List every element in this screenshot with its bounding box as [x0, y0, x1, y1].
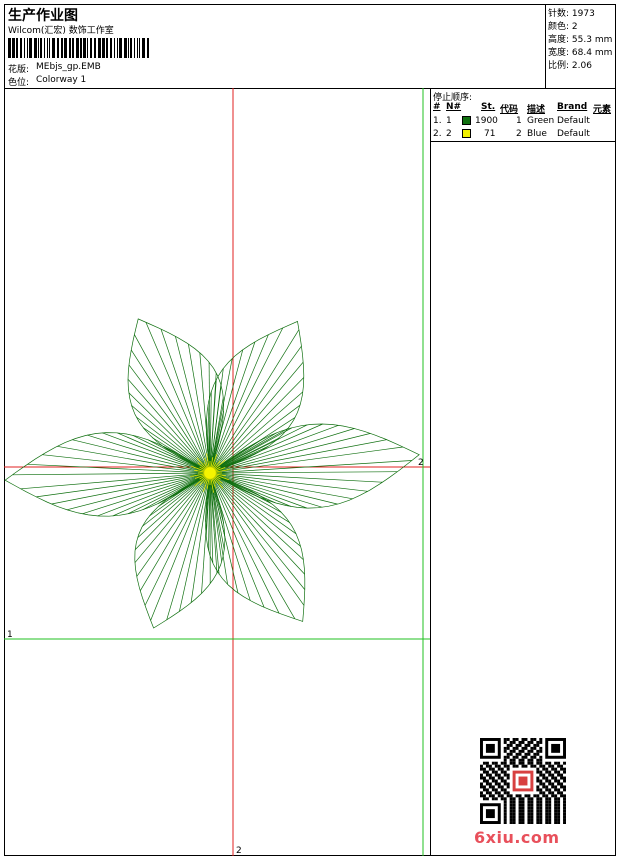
petal-stitch [20, 472, 211, 490]
petal-stitch [209, 471, 398, 474]
stat-width: 宽度: 68.4 mm [548, 48, 613, 58]
petal-stitch [72, 439, 211, 474]
col-header-st: St. [481, 102, 496, 112]
col-header-code: 代码 [500, 105, 519, 115]
table-bottom-rule [430, 141, 616, 142]
guide-label-v-red: 2 [236, 846, 242, 856]
guide-label-h-red: 2 [418, 458, 424, 468]
design-name: MEbjs_gp.EMB [36, 62, 101, 72]
petal-stitch [160, 328, 211, 474]
stat-stitches: 针数: 1973 [548, 9, 595, 19]
petal-stitch [97, 472, 211, 517]
petal-stitch [137, 472, 211, 538]
col-header-desc: 描述 [527, 105, 546, 115]
stat-height: 高度: 55.3 mm [548, 35, 613, 45]
petal-stitch [209, 439, 387, 474]
petal-stitch [136, 416, 211, 474]
petal-stitch [136, 472, 211, 577]
panel-divider [430, 88, 431, 856]
color-swatch [462, 116, 471, 125]
site-watermark: 6xiu.com [474, 828, 560, 847]
col-header-n: N# [446, 102, 462, 112]
petal-stitch [209, 472, 368, 492]
studio-name: Wilcom(汇宏) 数饰工作室 [8, 26, 114, 36]
barcode-icon [8, 38, 149, 58]
petal-stitch [145, 322, 211, 474]
stat-scale: 比例: 2.06 [548, 61, 592, 71]
qr-code-icon [480, 738, 566, 824]
col-header-num: # [433, 102, 441, 112]
col-header-brand: Brand [557, 102, 588, 112]
design-label: 花版: [8, 65, 30, 75]
petal-stitch [209, 472, 305, 606]
color-swatch [462, 129, 471, 138]
stats-divider [545, 4, 546, 88]
petal-stitch [209, 472, 223, 562]
petal-stitch [209, 427, 293, 474]
col-header-element: 元素 [593, 105, 612, 115]
guide-label-h-green: 1 [7, 630, 13, 640]
center-fill [203, 466, 217, 480]
stat-colors: 颜色: 2 [548, 22, 578, 32]
petal-stitch [12, 472, 211, 476]
petal-stitch [27, 463, 211, 474]
colorway-label: 色位: [8, 78, 30, 88]
petal-stitch [209, 424, 339, 474]
design-canvas [4, 88, 430, 856]
petal-stitch [130, 349, 211, 474]
page-title: 生产作业图 [8, 8, 78, 24]
petal-stitch [128, 364, 211, 474]
colorway-name: Colorway 1 [36, 75, 87, 85]
petal-stitch [209, 361, 304, 474]
